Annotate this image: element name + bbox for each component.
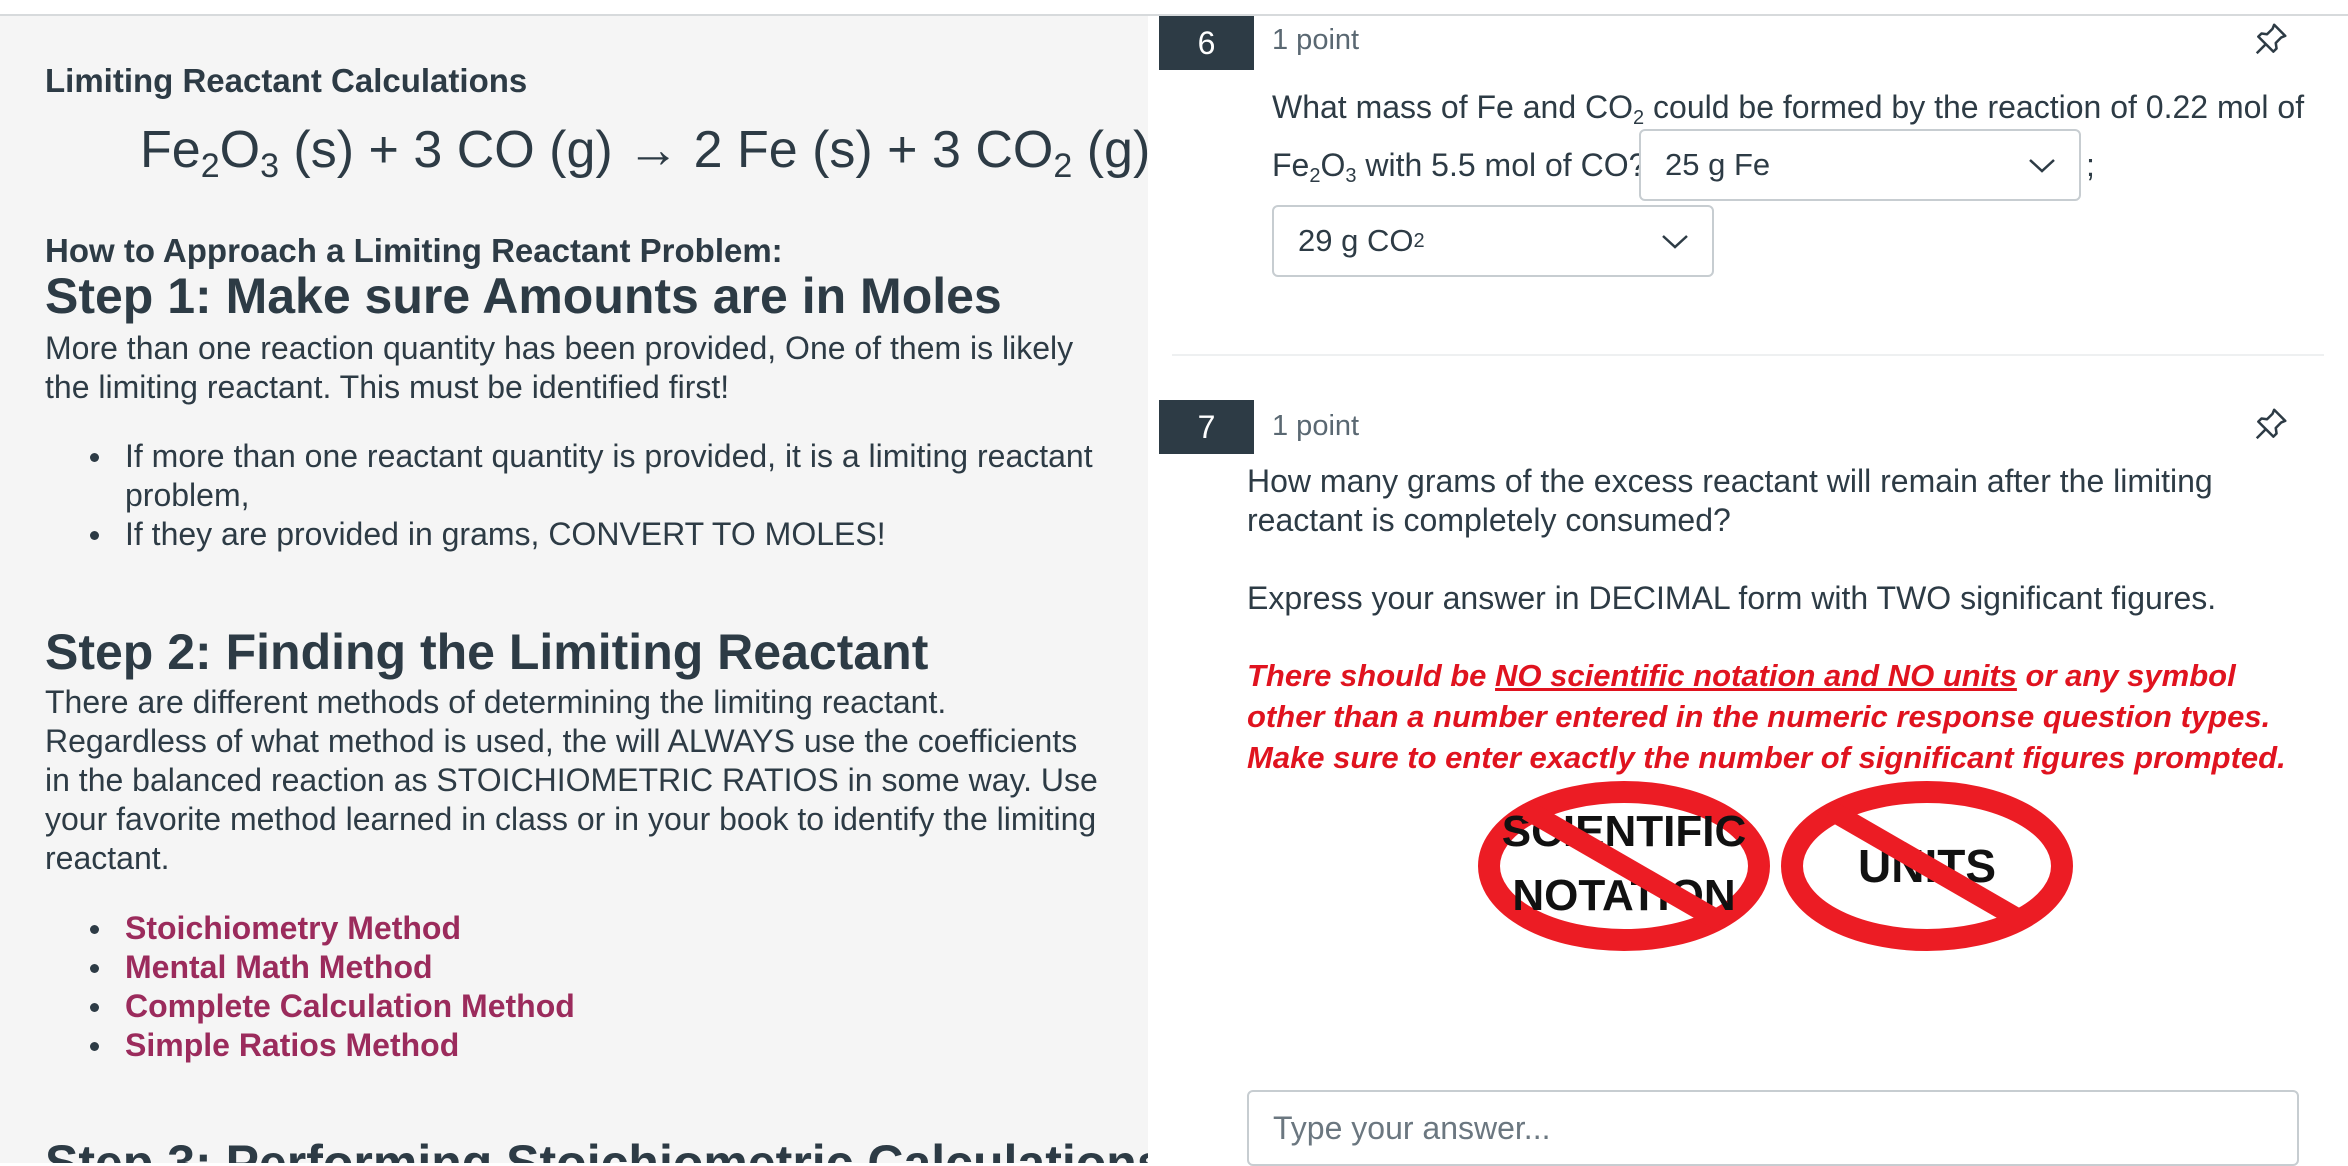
pin-icon[interactable] [2252,20,2290,58]
list-item: If they are provided in grams, CONVERT T… [80,515,1100,554]
question-number: 6 [1159,16,1254,70]
top-bar [0,0,2348,16]
howto-heading: How to Approach a Limiting Reactant Prob… [45,232,783,269]
link-stoichiometry-method[interactable]: Stoichiometry Method [80,909,1100,948]
no-scientific-notation-image: SCIENTIFIC NOTATION [1478,781,1770,951]
panel-title: Limiting Reactant Calculations [45,62,528,99]
question-points: 1 point [1272,24,1360,56]
step1-text: More than one reaction quantity has been… [45,330,1074,405]
chevron-down-icon [1662,235,1688,249]
question-divider [1172,354,2324,356]
question-number: 7 [1159,400,1254,454]
chemical-equation: Fe2O3 (s) + 3 CO (g) → 2 Fe (s) + 3 CO2 … [140,121,1148,185]
question-text-line1: What mass of Fe and CO2 could be formed … [1272,89,2305,129]
answer-separator: ; [2086,147,2095,183]
chevron-down-icon [2029,159,2055,173]
fe-mass-select[interactable]: 25 g Fe [1639,129,2081,201]
warning-note: There should be NO scientific notation a… [1247,658,2286,775]
step1-bullets: If more than one reactant quantity is pr… [80,437,1100,554]
link-complete-calculation-method[interactable]: Complete Calculation Method [80,987,1100,1026]
no-units-image: UNITS [1781,781,2073,951]
question-text-line2: Fe2O3 with 5.5 mol of CO? [1272,147,1647,187]
method-links: Stoichiometry Method Mental Math Method … [80,909,1100,1065]
question-instruction: Express your answer in DECIMAL form with… [1247,580,2217,616]
answer-input[interactable]: Type your answer... [1247,1090,2299,1166]
step2-heading: Step 2: Finding the Limiting Reactant [45,624,929,680]
link-mental-math-method[interactable]: Mental Math Method [80,948,1100,987]
pin-icon[interactable] [2252,405,2290,443]
link-simple-ratios-method[interactable]: Simple Ratios Method [80,1026,1100,1065]
question-text: How many grams of the excess reactant wi… [1247,463,2213,538]
co2-mass-select[interactable]: 29 g CO 2 [1272,205,1714,277]
list-item: If more than one reactant quantity is pr… [80,437,1100,515]
step2-text: There are different methods of determini… [45,684,1098,876]
step3-heading: Step 3: Performing Stoichiometric Calcul… [45,1135,1148,1163]
question-points: 1 point [1272,410,1360,442]
reference-panel: Limiting Reactant Calculations Fe2O3 (s)… [0,16,1148,1163]
step1-heading: Step 1: Make sure Amounts are in Moles [45,268,1002,324]
